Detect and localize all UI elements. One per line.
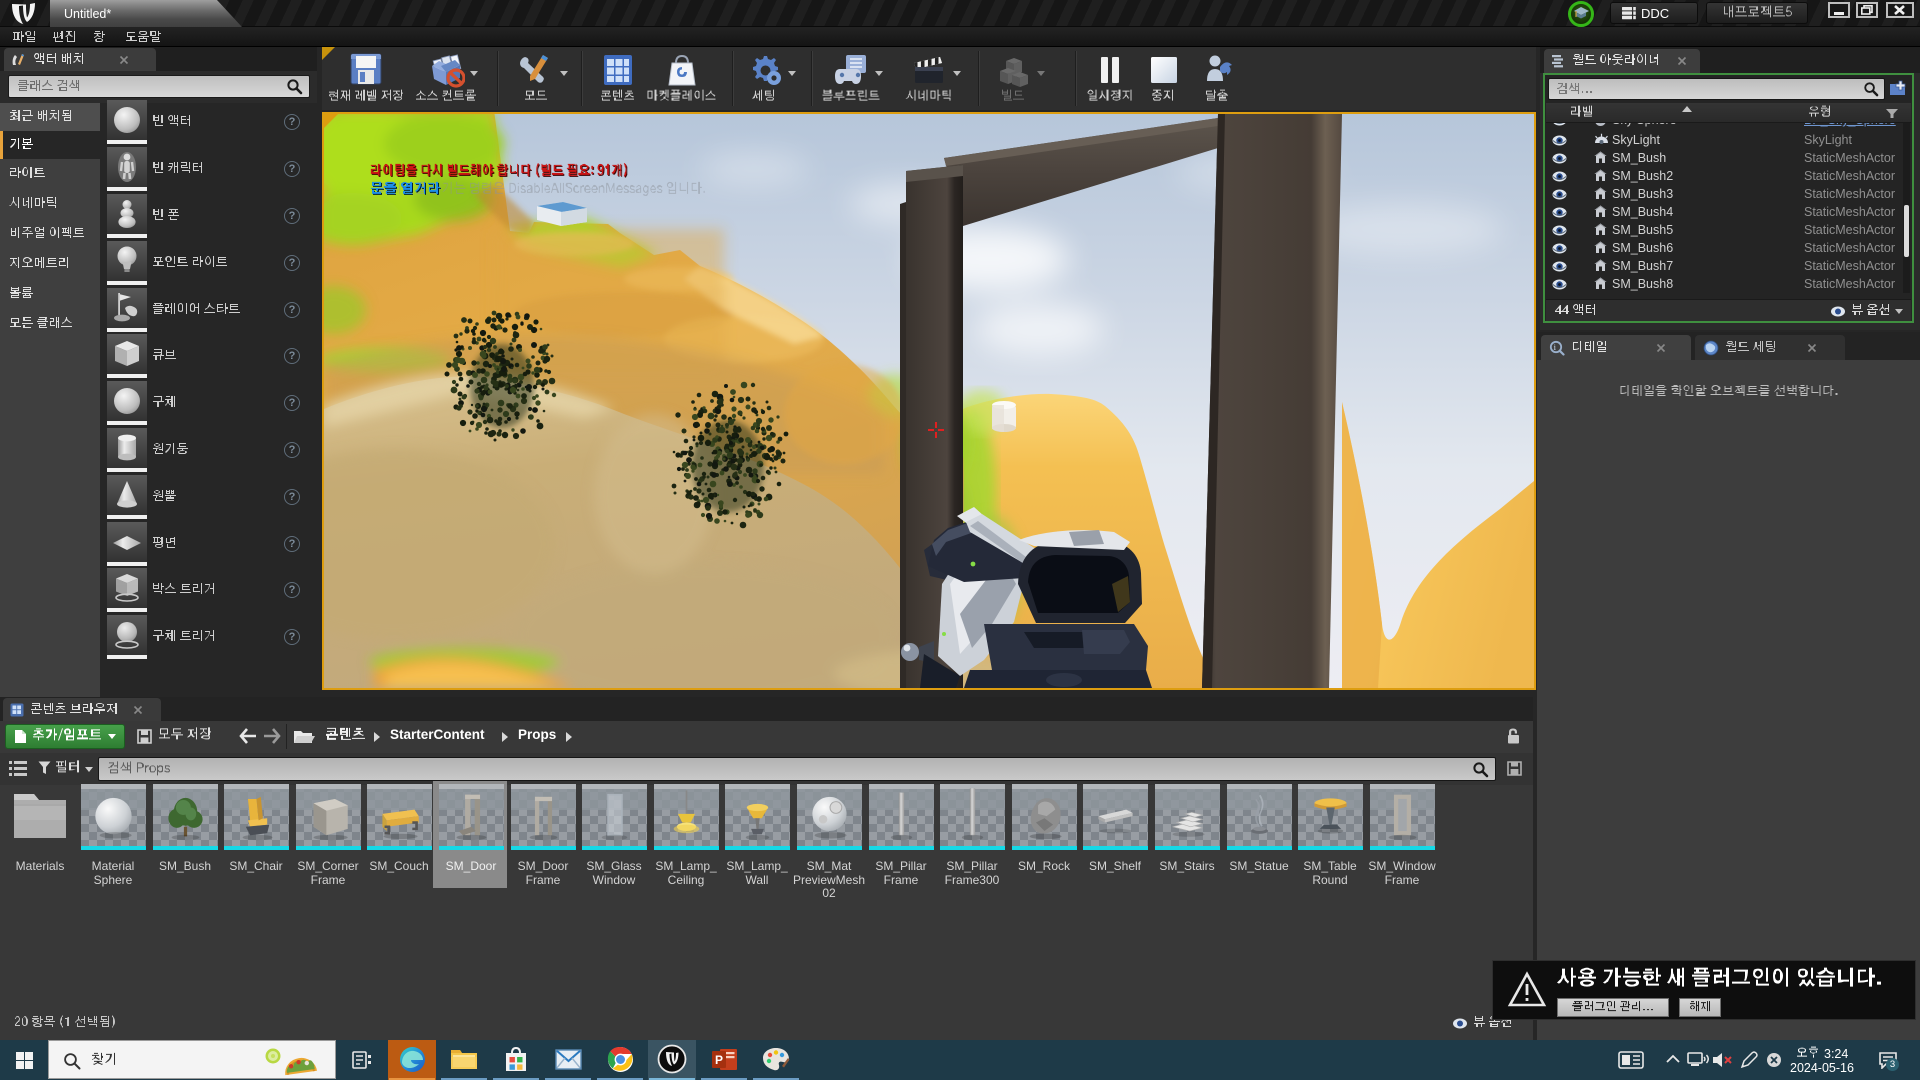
svg-text:P: P	[715, 1053, 723, 1067]
svg-text:i: i	[1554, 342, 1557, 352]
